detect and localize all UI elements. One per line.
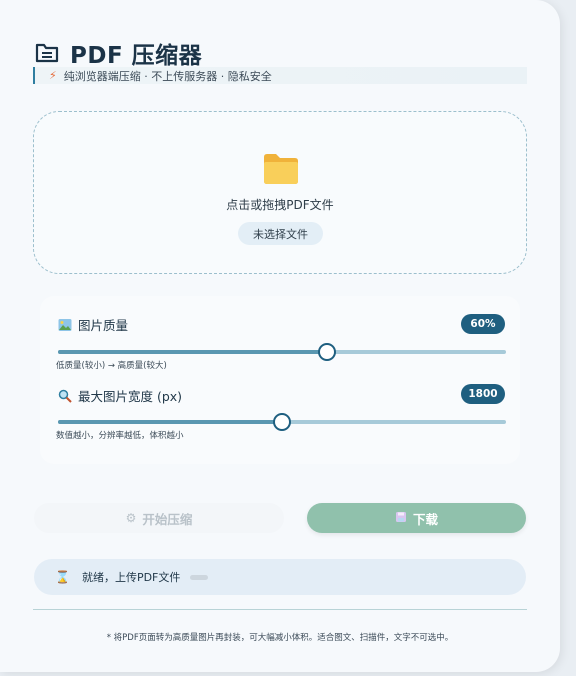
page-title: PDF 压缩器 xyxy=(70,43,203,69)
download-label: 下载 xyxy=(412,511,438,527)
max-width-slider-fill xyxy=(58,420,282,424)
footnote: * 将PDF页面转为高质量图片再封装，可大幅减小体积。适合图文、扫描件，文字不可… xyxy=(106,633,454,643)
compressor-card: PDF 压缩器 ⚡ 纯浏览器端压缩 · 不上传服务器 · 隐私安全 点击或拖拽P… xyxy=(0,0,560,672)
quality-help: 低质量(较小) → 高质量(较大) xyxy=(56,361,167,371)
dropzone-hint: 点击或拖拽PDF文件 xyxy=(226,198,334,212)
quality-label: 图片质量 xyxy=(78,318,129,333)
status-text: 就绪，上传PDF文件 xyxy=(81,571,181,584)
settings-panel: 图片质量 60% 低质量(较小) → 高质量(较大) 最大图片宽度 (px) 1… xyxy=(40,296,520,464)
max-width-slider[interactable] xyxy=(58,413,506,431)
status-bar: ⌛ 就绪，上传PDF文件 xyxy=(34,559,526,595)
start-compress-button[interactable]: ⚙ 开始压缩 xyxy=(34,503,284,533)
bolt-icon: ⚡ xyxy=(49,69,57,82)
quality-slider[interactable] xyxy=(58,343,506,361)
hourglass-icon: ⌛ xyxy=(55,570,70,584)
gear-icon: ⚙ xyxy=(125,511,137,525)
subtitle-text: 纯浏览器端压缩 · 不上传服务器 · 隐私安全 xyxy=(63,69,272,83)
quality-value-badge: 60% xyxy=(461,314,505,334)
image-icon xyxy=(58,318,72,331)
quality-slider-thumb[interactable] xyxy=(317,343,336,361)
folder-icon xyxy=(264,154,298,184)
max-width-label: 最大图片宽度 (px) xyxy=(78,389,183,404)
start-compress-label: 开始压缩 xyxy=(142,511,193,527)
subtitle-banner: ⚡ 纯浏览器端压缩 · 不上传服务器 · 隐私安全 xyxy=(33,67,527,84)
max-width-help: 数值越小，分辨率越低，体积越小 xyxy=(56,431,184,441)
magnifier-icon xyxy=(58,389,72,403)
max-width-label-row: 最大图片宽度 (px) xyxy=(58,386,182,405)
status-progress-bar xyxy=(190,574,209,580)
download-button[interactable]: 下载 xyxy=(307,503,526,533)
save-icon xyxy=(395,511,407,526)
quality-label-row: 图片质量 xyxy=(58,315,128,334)
divider xyxy=(33,609,527,610)
choose-file-button[interactable]: 未选择文件 xyxy=(238,222,323,245)
document-icon xyxy=(35,43,59,63)
file-dropzone[interactable]: 点击或拖拽PDF文件 未选择文件 xyxy=(33,111,527,274)
max-width-slider-thumb[interactable] xyxy=(273,413,291,431)
max-width-value-badge: 1800 xyxy=(461,384,505,404)
app-header: PDF 压缩器 xyxy=(34,36,202,70)
quality-slider-fill xyxy=(58,350,327,354)
